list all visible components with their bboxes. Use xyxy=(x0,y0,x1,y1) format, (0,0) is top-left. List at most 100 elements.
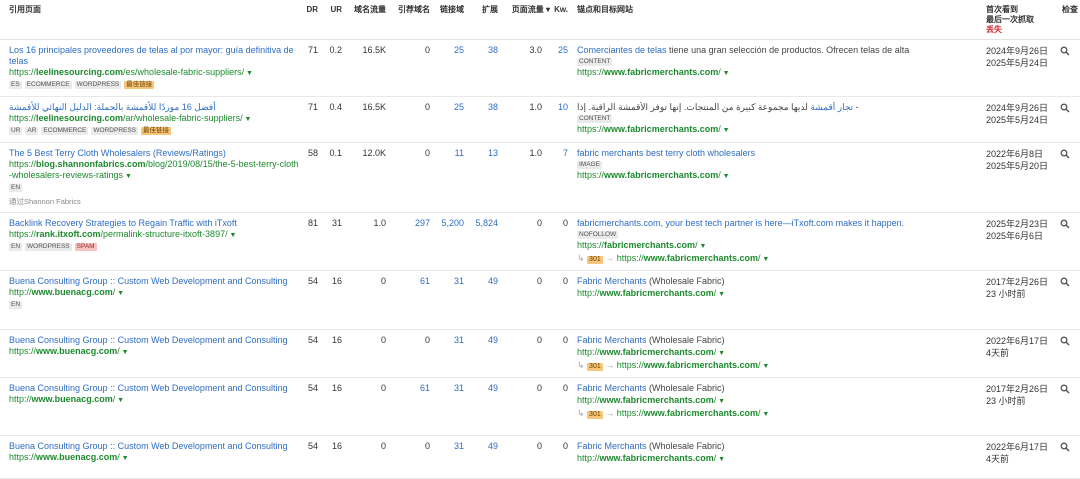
chevron-down-icon[interactable]: ▼ xyxy=(123,173,132,180)
ref-page-url-link[interactable]: http://www.buenacg.com/ ▼ xyxy=(9,394,299,406)
ref-page-url-link[interactable]: https://leelinesourcing.com/ar/wholesale… xyxy=(9,113,299,125)
col-first-seen[interactable]: 首次看到 最后一次抓取 丢失 xyxy=(986,5,1034,35)
anchor-link[interactable]: Fabric Merchants xyxy=(577,383,647,393)
ref-page-title-link[interactable]: Buena Consulting Group :: Custom Web Dev… xyxy=(9,276,299,287)
ref-page-title-link[interactable]: The 5 Best Terry Cloth Wholesalers (Revi… xyxy=(9,148,299,159)
chevron-down-icon[interactable]: ▼ xyxy=(115,290,124,297)
target-url-link[interactable]: http://www.fabricmerchants.com/ ▼ xyxy=(577,288,977,300)
cell-ref-domains[interactable]: 297 xyxy=(390,218,430,229)
target-url-link[interactable]: https://www.fabricmerchants.com/ ▼ xyxy=(577,170,977,182)
col-ur[interactable]: UR xyxy=(322,5,342,15)
chevron-down-icon[interactable]: ▼ xyxy=(721,70,730,77)
target-url-link[interactable]: http://www.fabricmerchants.com/ ▼ xyxy=(577,453,977,465)
target-url-link[interactable]: http://www.fabricmerchants.com/ ▼ xyxy=(577,347,977,359)
cell-linked-domains[interactable]: 31 xyxy=(434,335,464,346)
ref-page-title-link[interactable]: Los 16 principales proveedores de telas … xyxy=(9,45,299,67)
cell-linked-domains[interactable]: 31 xyxy=(434,276,464,287)
anchor-link[interactable]: Fabric Merchants xyxy=(577,441,647,451)
cell-linked-domains[interactable]: 25 xyxy=(434,45,464,56)
cell-linked-domains[interactable]: 25 xyxy=(434,102,464,113)
chevron-down-icon[interactable]: ▼ xyxy=(243,116,252,123)
cell-ext[interactable]: 49 xyxy=(468,441,498,452)
anchor-link[interactable]: Fabric Merchants xyxy=(577,335,647,345)
cell-ext[interactable]: 38 xyxy=(468,45,498,56)
chevron-down-icon[interactable]: ▼ xyxy=(228,232,237,239)
chevron-down-icon[interactable]: ▼ xyxy=(721,127,730,134)
magnifier-icon[interactable] xyxy=(1060,149,1070,159)
anchor-link[interactable]: fabric merchants best terry cloth wholes… xyxy=(577,148,755,158)
cell-kw[interactable]: 10 xyxy=(550,102,568,113)
cell-linked-domains[interactable]: 31 xyxy=(434,441,464,452)
cell-ext[interactable]: 13 xyxy=(468,148,498,159)
target-url-link[interactable]: https://fabricmerchants.com/ ▼ xyxy=(577,240,977,252)
target-url-link[interactable]: http://www.fabricmerchants.com/ ▼ xyxy=(577,395,977,407)
cell-ref-domains[interactable]: 61 xyxy=(390,276,430,287)
ref-page-url-link[interactable]: https://www.buenacg.com/ ▼ xyxy=(9,452,299,464)
ref-page-url-link[interactable]: https://leelinesourcing.com/es/wholesale… xyxy=(9,67,299,79)
chevron-down-icon[interactable]: ▼ xyxy=(120,349,129,356)
cell-linked-domains[interactable]: 5,200 xyxy=(434,218,464,229)
tag-list: EN WORDPRESS SPAM xyxy=(9,243,299,251)
target-url-link[interactable]: https://www.fabricmerchants.com/ ▼ xyxy=(577,67,977,79)
ref-page-title-link[interactable]: Buena Consulting Group :: Custom Web Dev… xyxy=(9,383,299,394)
col-ext[interactable]: 扩展 xyxy=(468,5,498,15)
redirect-chain[interactable]: ↳ 301 → https://www.fabricmerchants.com/… xyxy=(577,360,977,372)
chevron-down-icon[interactable]: ▼ xyxy=(698,243,707,250)
col-ref-page[interactable]: 引用页面 xyxy=(9,5,41,15)
cell-kw[interactable]: 7 xyxy=(550,148,568,159)
ref-page-title-link[interactable]: Buena Consulting Group :: Custom Web Dev… xyxy=(9,441,299,452)
cell-ur: 31 xyxy=(331,218,342,228)
anchor-link[interactable]: Fabric Merchants xyxy=(577,276,647,286)
chevron-down-icon[interactable]: ▼ xyxy=(760,411,769,418)
ref-page-title-link[interactable]: Buena Consulting Group :: Custom Web Dev… xyxy=(9,335,299,346)
col-page-traffic[interactable]: 页面流量 ▾ xyxy=(502,5,550,15)
cell-ref-domains[interactable]: 61 xyxy=(390,383,430,394)
cell-linked-domains[interactable]: 11 xyxy=(434,148,464,159)
cell-ext[interactable]: 49 xyxy=(468,383,498,394)
chevron-down-icon[interactable]: ▼ xyxy=(716,456,725,463)
chevron-down-icon[interactable]: ▼ xyxy=(244,70,253,77)
anchor-link[interactable]: تجار أقمشة xyxy=(810,102,853,112)
cell-kw[interactable]: 25 xyxy=(550,45,568,56)
cell-ext[interactable]: 49 xyxy=(468,276,498,287)
chevron-down-icon[interactable]: ▼ xyxy=(716,398,725,405)
chevron-down-icon[interactable]: ▼ xyxy=(760,256,769,263)
col-ref-domains[interactable]: 引荐域名 xyxy=(390,5,430,15)
chevron-down-icon[interactable]: ▼ xyxy=(760,363,769,370)
ref-page-title-link[interactable]: Backlink Recovery Strategies to Regain T… xyxy=(9,218,299,229)
ref-page-url-link[interactable]: http://www.buenacg.com/ ▼ xyxy=(9,287,299,299)
col-anchor-target[interactable]: 锚点和目标网站 xyxy=(577,5,633,15)
cell-ext[interactable]: 38 xyxy=(468,102,498,113)
cell-page-traffic: 1.0 xyxy=(529,102,542,112)
ref-page-url-link[interactable]: https://rank.itxoft.com/permalink-struct… xyxy=(9,229,299,241)
chevron-down-icon[interactable]: ▼ xyxy=(716,350,725,357)
ref-page-title-link[interactable]: أفضل 16 موردًا للأقمشة بالجملة: الدليل ا… xyxy=(9,102,299,113)
cell-linked-domains[interactable]: 31 xyxy=(434,383,464,394)
target-url-link[interactable]: https://www.fabricmerchants.com/ ▼ xyxy=(577,124,977,136)
magnifier-icon[interactable] xyxy=(1060,277,1070,287)
chevron-down-icon[interactable]: ▼ xyxy=(721,173,730,180)
ref-page-url-link[interactable]: https://www.buenacg.com/ ▼ xyxy=(9,346,299,358)
anchor-tags: NOFOLLOW xyxy=(577,231,977,239)
anchor-tags: CONTENT xyxy=(577,58,977,66)
chevron-down-icon[interactable]: ▼ xyxy=(716,291,725,298)
magnifier-icon[interactable] xyxy=(1060,336,1070,346)
col-dr[interactable]: DR xyxy=(296,5,318,15)
ref-page-url-link[interactable]: https://blog.shannonfabrics.com/blog/201… xyxy=(9,159,299,182)
cell-ext[interactable]: 5,824 xyxy=(468,218,498,229)
col-kw[interactable]: Kw. xyxy=(550,5,568,15)
chevron-down-icon[interactable]: ▼ xyxy=(115,397,124,404)
col-domain-traffic[interactable]: 域名流量 xyxy=(346,5,386,15)
redirect-chain[interactable]: ↳ 301 → https://www.fabricmerchants.com/… xyxy=(577,253,977,265)
magnifier-icon[interactable] xyxy=(1060,384,1070,394)
magnifier-icon[interactable] xyxy=(1060,103,1070,113)
chevron-down-icon[interactable]: ▼ xyxy=(120,455,129,462)
anchor-link[interactable]: Comerciantes de telas xyxy=(577,45,667,55)
redirect-chain[interactable]: ↳ 301 → https://www.fabricmerchants.com/… xyxy=(577,408,977,420)
magnifier-icon[interactable] xyxy=(1060,442,1070,452)
cell-ext[interactable]: 49 xyxy=(468,335,498,346)
anchor-link[interactable]: fabricmerchants.com, your best tech part… xyxy=(577,218,904,228)
magnifier-icon[interactable] xyxy=(1060,46,1070,56)
col-linked-domains[interactable]: 链接域 xyxy=(434,5,464,15)
magnifier-icon[interactable] xyxy=(1060,219,1070,229)
